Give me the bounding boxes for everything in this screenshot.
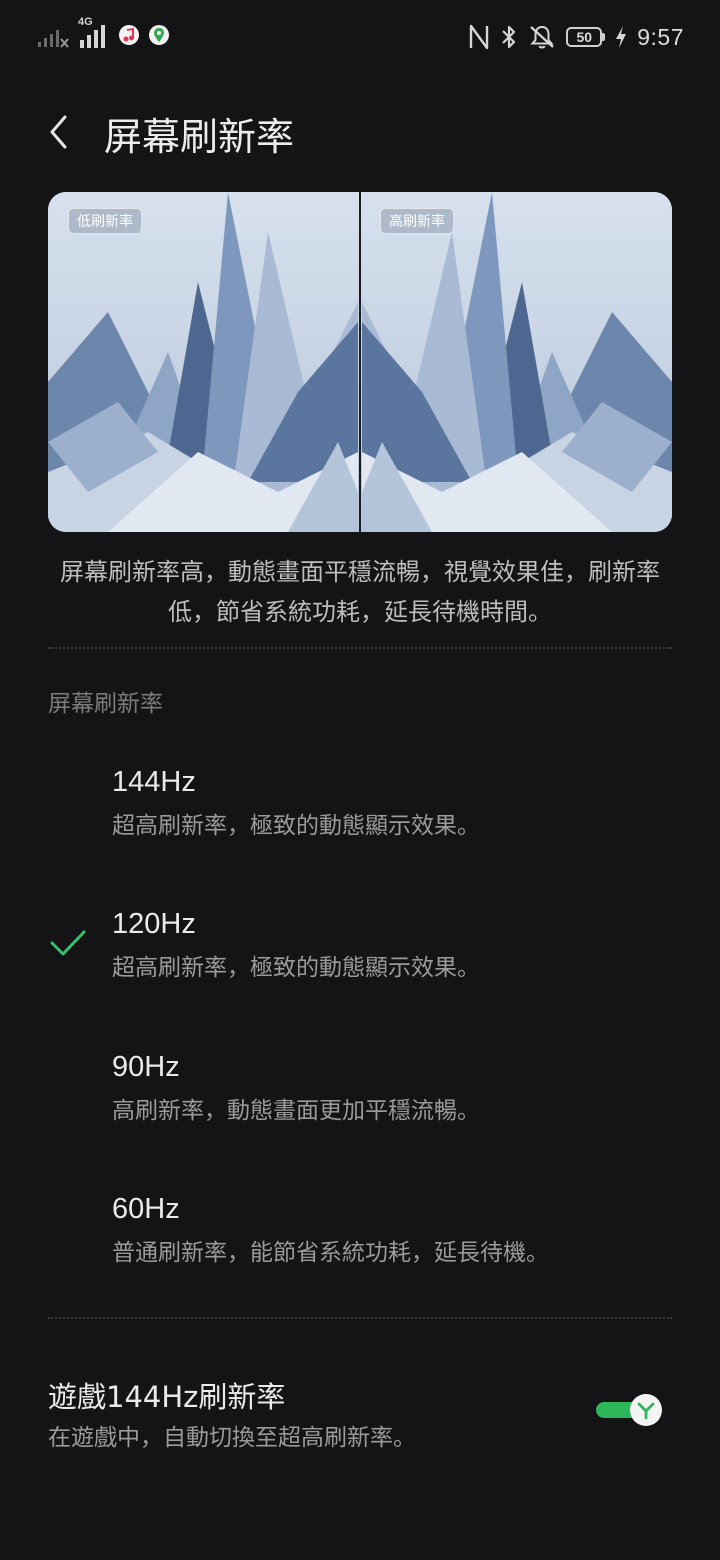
section-header: 屏幕刷新率 [48, 691, 163, 717]
preview-divider [359, 192, 361, 532]
status-bar: 4G 50 9:57 [0, 0, 720, 72]
option-description: 高刷新率，動態畫面更加平穩流暢。 [112, 1098, 480, 1124]
battery-level: 50 [566, 27, 603, 47]
battery-icon: 50 [566, 27, 606, 47]
option-title: 120Hz [112, 908, 196, 940]
music-icon [119, 25, 139, 45]
checkmark-icon [50, 930, 86, 956]
game-144hz-setting: 遊戲144Hz刷新率 在遊戲中，自動切換至超高刷新率。 [0, 1364, 720, 1464]
option-90hz[interactable]: 90Hz 高刷新率，動態畫面更加平穩流暢。 [0, 1035, 720, 1155]
option-144hz[interactable]: 144Hz 超高刷新率，極致的動態顯示效果。 [0, 750, 720, 870]
refresh-rate-preview-image: 低刷新率 高刷新率 [48, 192, 672, 532]
mute-icon [530, 25, 554, 49]
chevron-left-icon [50, 115, 67, 149]
refresh-rate-description: 屏幕刷新率高，動態畫面平穩流暢，視覺效果佳，刷新率低，節省系統功耗，延長待機時間… [60, 558, 660, 626]
option-description: 超高刷新率，極致的動態顯示效果。 [112, 813, 480, 839]
nfc-icon [470, 24, 489, 50]
preview-label-low: 低刷新率 [68, 208, 142, 234]
status-bar-left: 4G [36, 16, 170, 50]
bluetooth-icon [502, 25, 516, 49]
option-title: 144Hz [112, 766, 196, 798]
page-title: 屏幕刷新率 [104, 115, 295, 159]
maps-icon [149, 25, 169, 45]
divider [48, 647, 672, 649]
signal-icon-1 [38, 30, 69, 48]
option-60hz[interactable]: 60Hz 普通刷新率，能節省系統功耗，延長待機。 [0, 1177, 720, 1297]
divider [48, 1317, 672, 1319]
game-setting-title: 遊戲144Hz刷新率 [48, 1380, 286, 1414]
status-bar-right: 50 9:57 [468, 20, 684, 54]
toggle-knob [630, 1394, 662, 1426]
preview-label-high: 高刷新率 [380, 208, 454, 234]
option-description: 超高刷新率，極致的動態顯示效果。 [112, 955, 480, 981]
option-120hz[interactable]: 120Hz 超高刷新率，極致的動態顯示效果。 [0, 892, 720, 1012]
status-time: 9:57 [637, 23, 684, 50]
signal-icon-2: 4G [78, 16, 110, 50]
option-title: 90Hz [112, 1051, 180, 1083]
y-logo-icon [637, 1402, 655, 1420]
page-header: 屏幕刷新率 [0, 96, 720, 172]
game-setting-description: 在遊戲中，自動切換至超高刷新率。 [48, 1425, 416, 1451]
back-button[interactable] [36, 110, 80, 154]
game-144hz-toggle[interactable] [596, 1392, 664, 1428]
option-description: 普通刷新率，能節省系統功耗，延長待機。 [112, 1240, 549, 1266]
charging-icon [616, 26, 627, 48]
option-title: 60Hz [112, 1193, 180, 1225]
